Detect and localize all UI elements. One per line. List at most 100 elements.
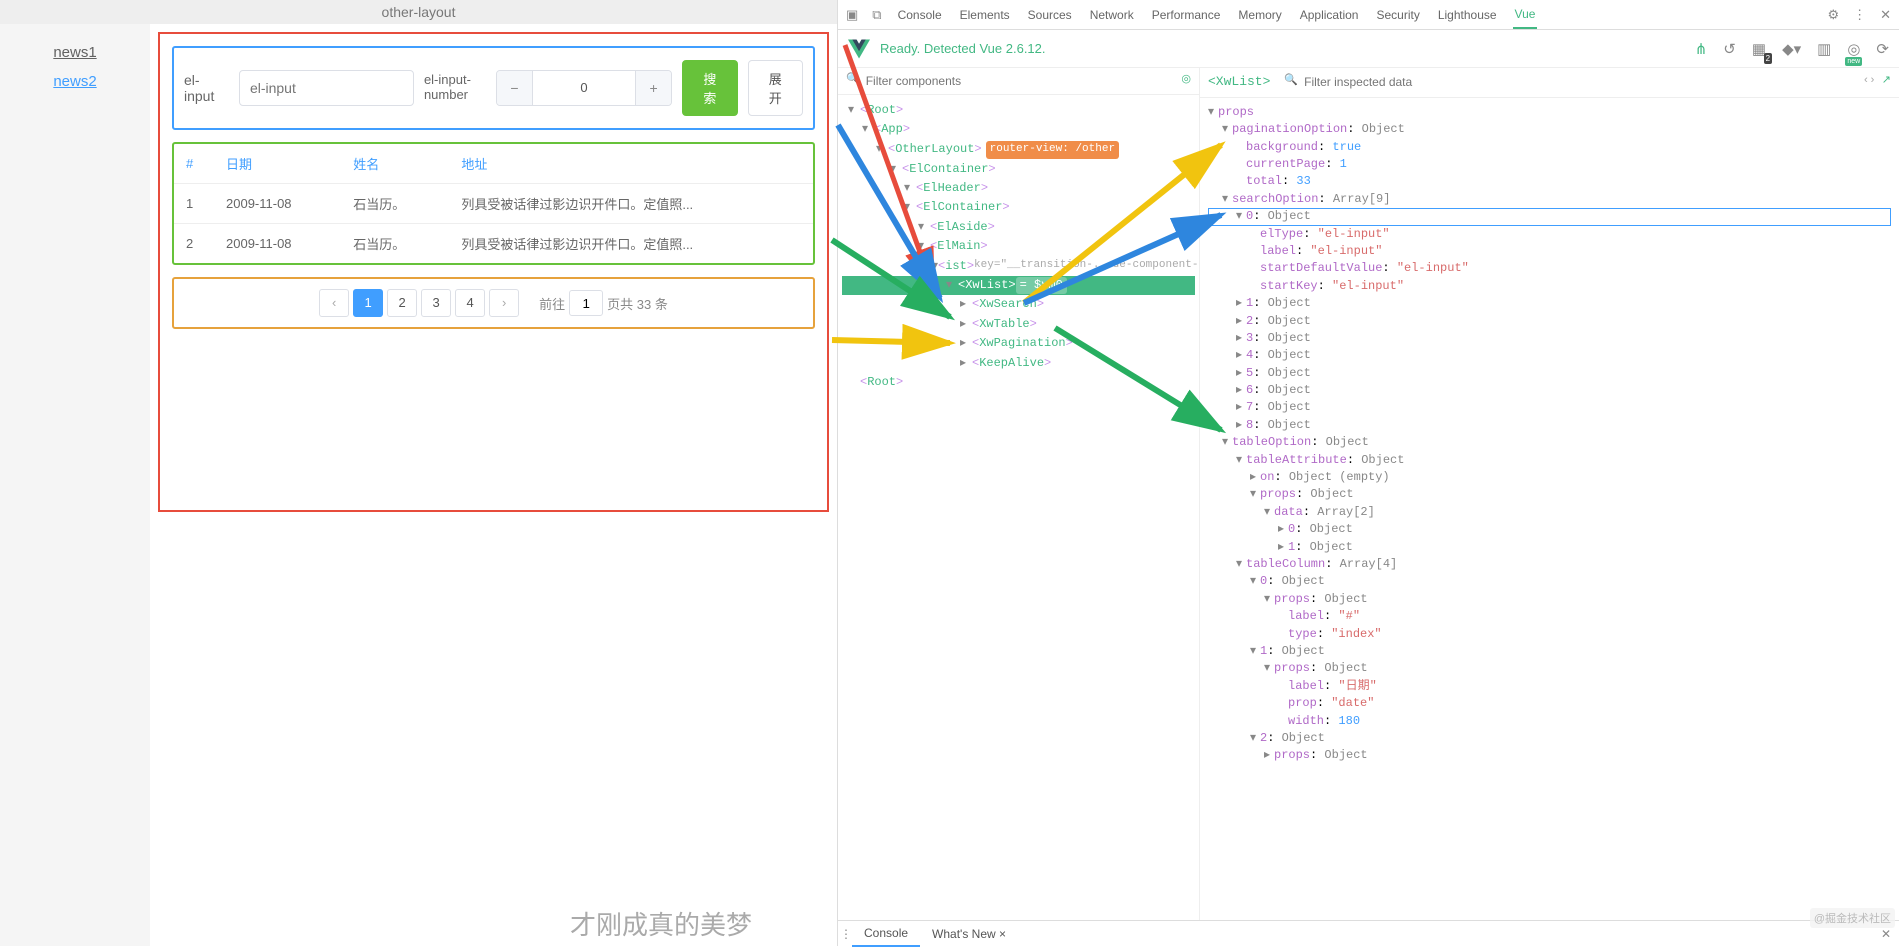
prop-row[interactable]: width: 180 (1208, 713, 1891, 730)
device-toolbar-icon[interactable]: ⧉ (872, 7, 881, 23)
expand-button[interactable]: 展开 (748, 60, 803, 116)
events-tool-icon[interactable]: ◆▾ (1782, 40, 1801, 58)
prop-row[interactable]: total: 33 (1208, 173, 1891, 190)
search-button[interactable]: 搜索 (682, 60, 737, 116)
prop-row[interactable]: ▾searchOption: Array[9] (1208, 191, 1891, 208)
drawer-close-icon[interactable]: ✕ (1873, 927, 1899, 941)
sidebar-link-news2[interactable]: news2 (10, 73, 140, 90)
tree-node[interactable]: ▾<ist> key="__transition-...de-component… (842, 257, 1195, 276)
tab-network[interactable]: Network (1088, 2, 1136, 28)
prop-row[interactable]: ▾props: Object (1208, 591, 1891, 608)
more-icon[interactable]: ⋮ (1853, 7, 1866, 23)
open-editor-icon[interactable]: ↗ (1882, 74, 1891, 90)
tree-node[interactable]: ▾<App> (842, 120, 1195, 139)
close-icon[interactable]: ✕ (1880, 7, 1891, 23)
page-button[interactable]: 1 (353, 289, 383, 317)
prop-row[interactable]: startKey: "el-input" (1208, 278, 1891, 295)
tab-security[interactable]: Security (1374, 2, 1421, 28)
prop-row[interactable]: ▾tableOption: Object (1208, 434, 1891, 451)
components-tool-icon[interactable]: ⋔ (1695, 40, 1708, 58)
prop-row[interactable]: ▸1: Object (1208, 295, 1891, 312)
prop-row[interactable]: label: "#" (1208, 608, 1891, 625)
tree-node[interactable]: ▾<Root> (842, 101, 1195, 120)
next-page-button[interactable]: › (489, 289, 519, 317)
number-input[interactable]: − 0 + (496, 70, 672, 106)
tree-node[interactable]: <Root> (842, 373, 1195, 392)
increment-button[interactable]: + (635, 71, 671, 105)
tab-vue[interactable]: Vue (1513, 1, 1538, 29)
prev-page-button[interactable]: ‹ (319, 289, 349, 317)
prop-row[interactable]: ▸4: Object (1208, 347, 1891, 364)
prop-row[interactable]: ▸props: Object (1208, 747, 1891, 764)
prop-row[interactable]: startDefaultValue: "el-input" (1208, 260, 1891, 277)
goto-input[interactable] (569, 290, 603, 316)
drawer-menu-icon[interactable]: ⋮ (840, 927, 852, 941)
tab-elements[interactable]: Elements (958, 2, 1012, 28)
drawer-tab-console[interactable]: Console (852, 921, 920, 947)
routing-tool-icon[interactable]: ▥ (1817, 40, 1831, 58)
perf-tool-icon[interactable]: ◎new (1847, 40, 1860, 58)
page-button[interactable]: 4 (455, 289, 485, 317)
prop-row[interactable]: ▾paginationOption: Object (1208, 121, 1891, 138)
prop-row[interactable]: ▾1: Object (1208, 643, 1891, 660)
refresh-tool-icon[interactable]: ⟳ (1876, 40, 1889, 58)
tree-node[interactable]: ▾<XwList> = $vm0 (842, 276, 1195, 295)
prop-row[interactable]: background: true (1208, 139, 1891, 156)
prop-row[interactable]: elType: "el-input" (1208, 226, 1891, 243)
sidebar-link-news1[interactable]: news1 (10, 44, 140, 61)
tree-node[interactable]: ▸<KeepAlive> (842, 354, 1195, 373)
vuex-tool-icon[interactable]: ▦2 (1752, 40, 1766, 58)
prop-row[interactable]: ▸8: Object (1208, 417, 1891, 434)
tree-node[interactable]: ▸<XwPagination> (842, 334, 1195, 353)
prop-row[interactable]: ▸7: Object (1208, 399, 1891, 416)
tree-node[interactable]: ▾<ElContainer> (842, 198, 1195, 217)
tab-sources[interactable]: Sources (1026, 2, 1074, 28)
tree-node[interactable]: ▾<ElAside> (842, 218, 1195, 237)
tree-node[interactable]: ▾<ElMain> (842, 237, 1195, 256)
tree-node[interactable]: ▾<OtherLayout>router-view: /other (842, 140, 1195, 160)
drawer-tab-whatsnew[interactable]: What's New × (920, 922, 1018, 946)
prop-row[interactable]: ▸2: Object (1208, 313, 1891, 330)
tab-console[interactable]: Console (896, 2, 944, 28)
tab-application[interactable]: Application (1298, 2, 1361, 28)
prop-row[interactable]: type: "index" (1208, 626, 1891, 643)
page-button[interactable]: 2 (387, 289, 417, 317)
tree-node[interactable]: ▾<ElHeader> (842, 179, 1195, 198)
prop-row[interactable]: ▾tableColumn: Array[4] (1208, 556, 1891, 573)
gear-icon[interactable]: ⚙ (1827, 7, 1839, 23)
prop-row[interactable]: ▾tableAttribute: Object (1208, 452, 1891, 469)
prop-row[interactable]: ▾2: Object (1208, 730, 1891, 747)
page-button[interactable]: 3 (421, 289, 451, 317)
tree-node[interactable]: ▾<ElContainer> (842, 160, 1195, 179)
inspect-filter-input[interactable] (1304, 75, 1856, 89)
tab-lighthouse[interactable]: Lighthouse (1436, 2, 1499, 28)
inspect-element-icon[interactable]: ▣ (846, 7, 858, 23)
search-input[interactable] (239, 70, 414, 106)
select-component-icon[interactable]: ◎ (1181, 73, 1191, 89)
prop-row[interactable]: ▸0: Object (1208, 521, 1891, 538)
prop-row[interactable]: prop: "date" (1208, 695, 1891, 712)
code-icon[interactable]: ‹› (1863, 74, 1876, 90)
prop-row[interactable]: ▸1: Object (1208, 539, 1891, 556)
prop-row[interactable]: label: "日期" (1208, 678, 1891, 695)
history-tool-icon[interactable]: ↺ (1723, 40, 1736, 58)
prop-row[interactable]: ▾0: Object (1208, 208, 1891, 225)
tab-performance[interactable]: Performance (1150, 2, 1223, 28)
prop-row[interactable]: ▾props: Object (1208, 486, 1891, 503)
table-row[interactable]: 2 2009-11-08 石当历。 列具受被话律过影边识开件口。定值照... (174, 224, 813, 264)
prop-row[interactable]: ▸on: Object (empty) (1208, 469, 1891, 486)
tab-memory[interactable]: Memory (1236, 2, 1283, 28)
prop-row[interactable]: currentPage: 1 (1208, 156, 1891, 173)
tree-node[interactable]: ▸<XwSearch> (842, 295, 1195, 314)
decrement-button[interactable]: − (497, 71, 533, 105)
prop-row[interactable]: label: "el-input" (1208, 243, 1891, 260)
prop-row[interactable]: ▸6: Object (1208, 382, 1891, 399)
tree-node[interactable]: ▸<XwTable> (842, 315, 1195, 334)
table-row[interactable]: 1 2009-11-08 石当历。 列具受被话律过影边识开件口。定值照... (174, 184, 813, 224)
component-filter-input[interactable] (866, 74, 1176, 88)
prop-row[interactable]: ▾0: Object (1208, 573, 1891, 590)
prop-row[interactable]: ▸3: Object (1208, 330, 1891, 347)
prop-row[interactable]: ▾props: Object (1208, 660, 1891, 677)
prop-row[interactable]: ▸5: Object (1208, 365, 1891, 382)
prop-row[interactable]: ▾data: Array[2] (1208, 504, 1891, 521)
